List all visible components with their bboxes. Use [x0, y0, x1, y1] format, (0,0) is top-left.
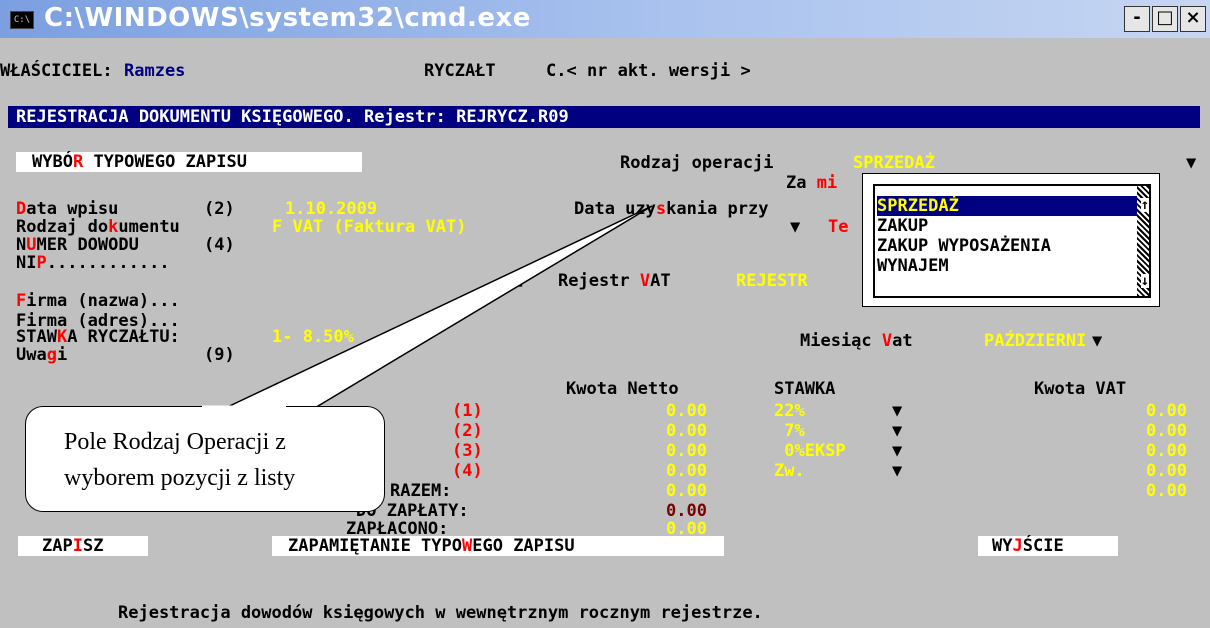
callout-pointer-join: [202, 405, 286, 409]
